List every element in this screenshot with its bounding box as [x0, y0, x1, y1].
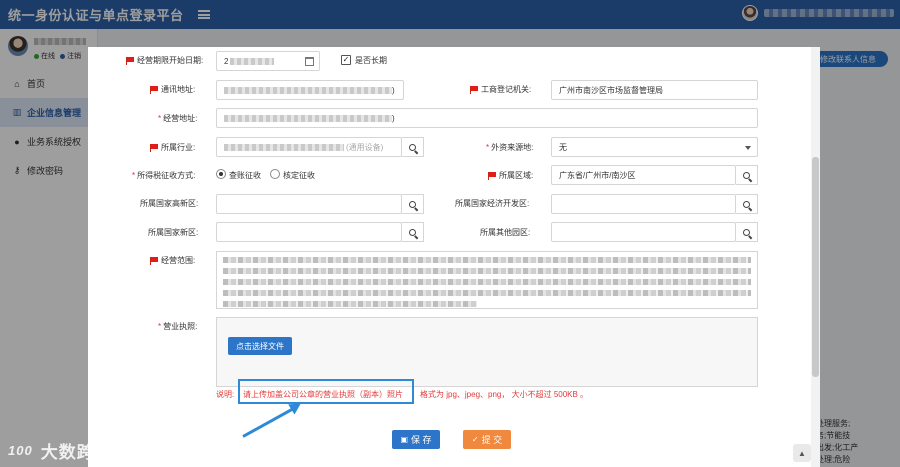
redacted-text — [230, 57, 275, 65]
upload-note-prefix: 说明: — [216, 390, 235, 399]
tax-method-label: * 所得税征收方式: — [132, 171, 196, 180]
region-search-button[interactable] — [736, 165, 758, 185]
foreign-capital-label: * 外资来源地: — [486, 143, 534, 152]
license-label: * 营业执照: — [158, 322, 198, 331]
watermark: 100 大数跨境 — [8, 438, 113, 463]
search-icon — [409, 228, 416, 236]
op-start-date-input[interactable]: 2 — [216, 51, 320, 71]
registration-authority-label: 工商登记机关: — [470, 84, 531, 95]
watermark-logo: 100 — [8, 443, 33, 458]
other-park-input[interactable] — [551, 222, 736, 242]
business-scope-label: 经营范围: — [150, 255, 195, 266]
chevron-up-icon: ▲ — [798, 448, 806, 458]
search-icon — [743, 228, 750, 236]
annotation-arrow — [242, 407, 295, 438]
save-button[interactable]: ▣ 保 存 — [392, 430, 440, 449]
region-label: 所属区域: — [488, 170, 533, 181]
business-scope-textarea[interactable] — [216, 251, 758, 309]
business-address-label: * 经营地址: — [158, 114, 198, 123]
hightech-zone-label: 所属国家高新区: — [140, 199, 199, 208]
check-circle-icon: ✓ — [471, 435, 479, 444]
search-icon — [743, 171, 750, 179]
econ-zone-input[interactable] — [551, 194, 736, 214]
upload-note-format: 格式为 jpg、jpeg、png， 大小不超过 500KB 。 — [420, 390, 589, 399]
upload-note-highlight: 请上传加盖公司公章的营业执照（副本）照片 — [243, 390, 403, 399]
tax-method-radio-audit[interactable] — [216, 169, 226, 179]
choose-file-button[interactable]: 点击选择文件 — [228, 337, 292, 355]
required-flag-icon — [150, 144, 158, 152]
region-input[interactable]: 广东省/广州市/南沙区 — [551, 165, 736, 185]
chevron-down-icon — [745, 146, 751, 150]
calendar-icon[interactable] — [305, 57, 314, 66]
modal-scrollbar-thumb[interactable] — [812, 157, 819, 377]
other-park-label: 所属其他园区: — [480, 228, 531, 237]
redacted-text — [223, 290, 751, 296]
required-flag-icon — [488, 172, 496, 180]
new-area-search-button[interactable] — [402, 222, 424, 242]
other-park-search-button[interactable] — [736, 222, 758, 242]
enterprise-info-modal: 经营期限开始日期: 2 ✓ 是否长期 通讯地址: ) 工商登记机关: 广州市南沙… — [88, 47, 820, 467]
registration-authority-input[interactable]: 广州市南沙区市场监督管理局 — [551, 80, 758, 100]
new-area-label: 所属国家新区: — [148, 228, 199, 237]
industry-label: 所属行业: — [150, 142, 195, 153]
license-upload-area[interactable] — [216, 317, 758, 387]
watermark-text: 大数跨境 — [40, 443, 113, 462]
redacted-text — [223, 257, 751, 263]
hightech-zone-input[interactable] — [216, 194, 402, 214]
redacted-text — [223, 301, 477, 307]
back-to-top-button[interactable]: ▲ — [793, 444, 811, 462]
submit-button[interactable]: ✓ 提 交 — [463, 430, 511, 449]
tax-method-option-audit: 查账征收 — [229, 171, 261, 180]
redacted-text — [224, 86, 392, 94]
industry-search-button[interactable] — [402, 137, 424, 157]
econ-zone-label: 所属国家经济开发区: — [455, 199, 530, 208]
mail-address-input[interactable]: ) — [216, 80, 404, 100]
long-term-checkbox[interactable]: ✓ — [341, 55, 351, 65]
redacted-text — [223, 279, 751, 285]
required-flag-icon — [126, 57, 134, 65]
tax-method-radio-assessed[interactable] — [270, 169, 280, 179]
redacted-text — [224, 114, 392, 122]
required-flag-icon — [150, 257, 158, 265]
hightech-zone-search-button[interactable] — [402, 194, 424, 214]
redacted-text — [224, 143, 344, 151]
business-address-input[interactable]: ) — [216, 108, 758, 128]
required-flag-icon — [470, 86, 478, 94]
search-icon — [743, 200, 750, 208]
long-term-label: 是否长期 — [355, 56, 387, 65]
redacted-text — [223, 268, 751, 274]
econ-zone-search-button[interactable] — [736, 194, 758, 214]
form-area: 经营期限开始日期: 2 ✓ 是否长期 通讯地址: ) 工商登记机关: 广州市南沙… — [98, 47, 808, 438]
op-start-date-label: 经营期限开始日期: — [126, 55, 203, 66]
tax-method-option-assessed: 核定征收 — [283, 171, 315, 180]
industry-input[interactable]: (通用设备) — [216, 137, 402, 157]
save-icon: ▣ — [400, 435, 409, 444]
new-area-input[interactable] — [216, 222, 402, 242]
required-flag-icon — [150, 86, 158, 94]
search-icon — [409, 143, 416, 151]
foreign-capital-select[interactable]: 无 — [551, 137, 758, 157]
search-icon — [409, 200, 416, 208]
mail-address-label: 通讯地址: — [150, 84, 195, 95]
